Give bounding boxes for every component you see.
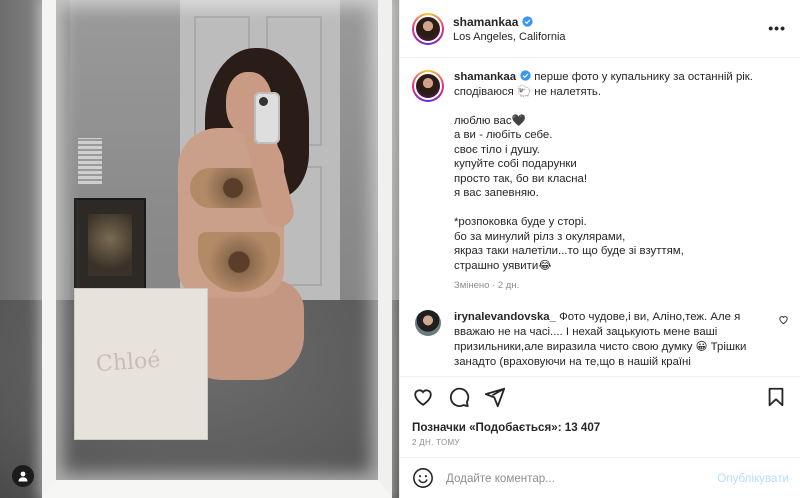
emoji-smiley-icon[interactable]: [412, 467, 434, 489]
comment-bubble-icon[interactable]: [448, 386, 470, 408]
tagged-users-button[interactable]: [12, 465, 34, 487]
post-caption: shamankaa перше фото у купальнику за ост…: [400, 58, 800, 294]
post-details-panel: shamankaa Los Angeles, California ••• sh…: [399, 0, 800, 498]
caption-line: сподіваюся 🐑 не налетять.: [454, 85, 602, 98]
post-location[interactable]: Los Angeles, California: [453, 31, 566, 43]
post-comment-button[interactable]: Опублікувати: [717, 472, 789, 485]
user-tag-icon: [18, 471, 28, 482]
author-avatar-ring[interactable]: [412, 12, 444, 45]
post-photo[interactable]: Chloé: [0, 0, 399, 498]
caption-line: перше фото у купальнику за останній рік.: [534, 71, 753, 83]
caption-edited-time: Змінено · 2 дн.: [454, 280, 520, 291]
caption-line: [454, 99, 784, 114]
like-comment-heart-icon[interactable]: [778, 314, 789, 325]
caption-line: якраз таки налетіли...то що буде зі взут…: [454, 245, 684, 257]
add-comment-bar: Опублікувати: [400, 457, 800, 498]
caption-line: я вас запевняю.: [454, 187, 539, 199]
caption-line: а ви - любіть себе.: [454, 129, 553, 141]
post-actions: Позначки «Подобається»: 13 407 2 ДН. ТОМ…: [400, 376, 800, 447]
photo-mirror-frame: [42, 0, 392, 498]
caption-line: страшно уявити😂: [454, 259, 552, 272]
likes-summary[interactable]: Позначки «Подобається»: 13 407: [412, 421, 789, 434]
save-bookmark-icon[interactable]: [765, 386, 787, 408]
more-options-icon[interactable]: •••: [768, 20, 786, 36]
commenter-username[interactable]: irynalevandovska_: [454, 311, 556, 323]
post-time-ago[interactable]: 2 ДН. ТОМУ: [412, 438, 789, 447]
caption-line: просто так, бо ви класна!: [454, 172, 588, 185]
caption-avatar[interactable]: [414, 72, 442, 100]
caption-avatar-ring[interactable]: [412, 70, 444, 102]
verified-badge-icon: [522, 16, 534, 27]
share-send-icon[interactable]: [484, 386, 506, 408]
author-avatar[interactable]: [414, 14, 442, 43]
caption-username[interactable]: shamankaa: [454, 71, 516, 83]
comment-item: irynalevandovska_ Фото чудове,і ви, Алін…: [400, 294, 800, 370]
likes-label: Позначки «Подобається»:: [412, 421, 562, 434]
comment-input[interactable]: [446, 471, 718, 485]
caption-line: люблю вас🖤: [454, 114, 526, 127]
verified-badge-icon: [520, 70, 531, 81]
like-heart-icon[interactable]: [412, 386, 434, 408]
caption-line: бо за минулий рілз з окулярами,: [454, 230, 626, 243]
post-header: shamankaa Los Angeles, California •••: [400, 0, 800, 58]
caption-line: своє тіло і душу.: [454, 143, 540, 156]
caption-line: *розпоковка буде у сторі.: [454, 216, 587, 228]
author-username[interactable]: shamankaa: [453, 15, 518, 29]
caption-line: купуйте собі подарунки: [454, 158, 577, 170]
caption-line: [454, 201, 784, 216]
commenter-avatar[interactable]: [415, 309, 441, 336]
likes-count: 13 407: [564, 421, 601, 434]
comments-list[interactable]: shamankaa перше фото у купальнику за ост…: [400, 58, 800, 376]
